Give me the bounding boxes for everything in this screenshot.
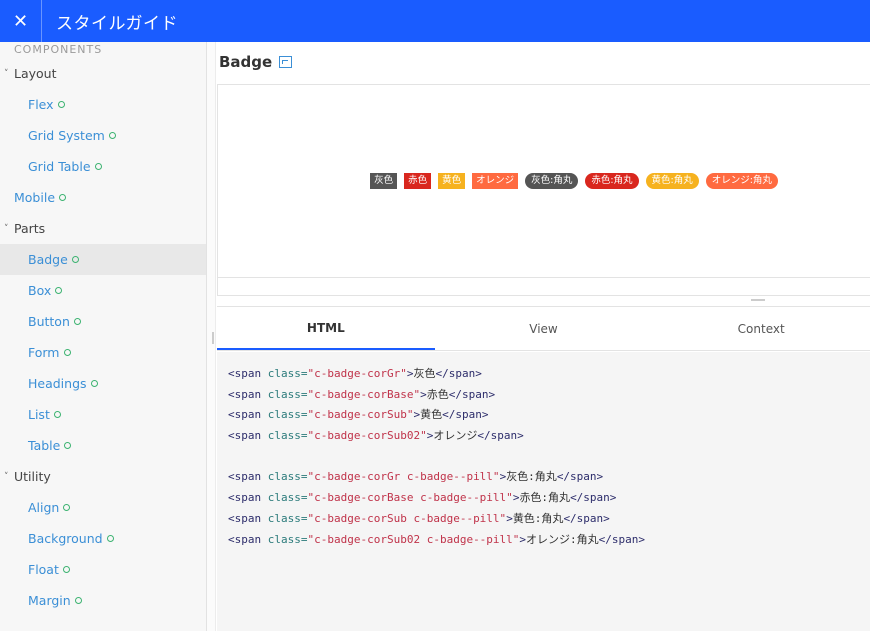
code-tabs: HTML View Context — [217, 306, 870, 351]
status-dot-icon — [90, 380, 98, 387]
sidebar-item-label: Flex — [28, 97, 54, 112]
code-line: <span class="c-badge-corGr c-badge--pill… — [228, 470, 604, 484]
close-icon: ✕ — [12, 10, 29, 32]
sidebar-item-label: Form — [28, 345, 60, 360]
sidebar-item-label: Mobile — [14, 190, 56, 205]
chevron-down-icon: ˅ — [4, 68, 9, 79]
status-dot-icon — [53, 411, 61, 418]
tab-view[interactable]: View — [435, 307, 653, 350]
sidebar-group-layout[interactable]: ˅ Layout — [0, 58, 206, 89]
sidebar-heading: COMPONENTS — [14, 43, 103, 56]
status-dot-icon — [106, 535, 114, 542]
status-dot-icon — [59, 194, 67, 201]
grip-icon — [212, 332, 214, 344]
page-title: Badge — [219, 53, 293, 71]
sidebar-item-list[interactable]: List — [0, 399, 206, 430]
sidebar-item-label: Grid Table — [28, 159, 91, 174]
sidebar-item-label: Headings — [28, 376, 87, 391]
sidebar-item-flex[interactable]: Flex — [0, 89, 206, 120]
badge-sample: 赤色:角丸 — [585, 173, 639, 189]
chevron-down-icon: ˅ — [4, 471, 9, 482]
badge-preview: 灰色 赤色 黄色 オレンジ 灰色:角丸 赤色:角丸 黄色:角丸 オレンジ:角丸 — [217, 84, 870, 278]
code-block: <span class="c-badge-corGr">灰色</span> <sp… — [217, 352, 870, 631]
sidebar-item-label: Grid System — [28, 128, 105, 143]
sidebar-item-background[interactable]: Background — [0, 523, 206, 554]
open-external-icon[interactable] — [279, 56, 293, 68]
sidebar-item-float[interactable]: Float — [0, 554, 206, 585]
badge-sample: オレンジ:角丸 — [705, 173, 778, 189]
status-dot-icon — [73, 318, 81, 325]
sidebar-item-label: List — [28, 407, 50, 422]
page-title-text: Badge — [219, 53, 273, 71]
code-line: <span class="c-badge-corSub02 c-badge--p… — [228, 532, 646, 546]
sidebar-item-badge[interactable]: Badge — [0, 244, 206, 275]
preview-footer — [217, 278, 870, 296]
sidebar-group-utility[interactable]: ˅ Utility — [0, 461, 206, 492]
status-dot-icon — [71, 256, 79, 263]
badge-sample: 赤色 — [404, 173, 432, 189]
sidebar-group-parts[interactable]: ˅ Parts — [0, 213, 206, 244]
sidebar-item-label: Badge — [28, 252, 68, 267]
sidebar-item-label: Utility — [14, 469, 51, 484]
status-dot-icon — [108, 132, 116, 139]
sidebar-item-label: Button — [28, 314, 70, 329]
tab-html[interactable]: HTML — [217, 307, 435, 350]
app-title: スタイルガイド — [56, 13, 178, 34]
badge-sample: 灰色:角丸 — [525, 173, 579, 189]
code-line: <span class="c-badge-corBase">赤色</span> — [228, 387, 496, 401]
status-dot-icon — [94, 163, 102, 170]
badge-sample: 黄色:角丸 — [645, 173, 699, 189]
sidebar-item-mobile[interactable]: Mobile — [0, 182, 206, 213]
sidebar-item-label: Float — [28, 562, 59, 577]
code-line: <span class="c-badge-corGr">灰色</span> — [228, 367, 482, 380]
close-button[interactable]: ✕ — [0, 0, 42, 42]
code-line: <span class="c-badge-corSub">黄色</span> — [228, 408, 489, 422]
sidebar-item-label: Margin — [28, 593, 71, 608]
sidebar-item-margin[interactable]: Margin — [0, 585, 206, 616]
sidebar-item-box[interactable]: Box — [0, 275, 206, 306]
sidebar-item-table[interactable]: Table — [0, 430, 206, 461]
badge-sample: 灰色 — [370, 173, 398, 189]
preview-resize-grip[interactable] — [751, 299, 765, 301]
status-dot-icon — [63, 349, 71, 356]
sidebar-item-align[interactable]: Align — [0, 492, 206, 523]
status-dot-icon — [63, 504, 71, 511]
status-dot-icon — [74, 597, 82, 604]
tab-context[interactable]: Context — [652, 307, 870, 350]
badge-sample: 黄色 — [438, 173, 466, 189]
sidebar-item-label: Background — [28, 531, 103, 546]
sidebar-item-label: Table — [28, 438, 61, 453]
sidebar-item-grid-system[interactable]: Grid System — [0, 120, 206, 151]
code-line: <span class="c-badge-corSub c-badge--pil… — [228, 511, 610, 525]
sidebar-item-headings[interactable]: Headings — [0, 368, 206, 399]
status-dot-icon — [62, 566, 70, 573]
status-dot-icon — [57, 101, 65, 108]
main-panel: Badge 灰色 赤色 黄色 オレンジ 灰色:角丸 赤色:角丸 黄色:角丸 オレンジ:角丸 H… — [216, 42, 870, 631]
sidebar-item-grid-table[interactable]: Grid Table — [0, 151, 206, 182]
code-line: <span class="c-badge-corSub02">オレンジ</spa… — [228, 429, 524, 443]
top-bar: ✕ スタイルガイド — [0, 0, 870, 42]
sidebar-item-label: Align — [28, 500, 60, 515]
sidebar: COMPONENTS ˅ Layout Flex Grid System Grid Ta… — [0, 42, 207, 631]
sidebar-list: ˅ Layout Flex Grid System Grid Table Mobile ˅ P… — [0, 58, 206, 616]
sidebar-item-form[interactable]: Form — [0, 337, 206, 368]
sidebar-item-button[interactable]: Button — [0, 306, 206, 337]
sidebar-item-label: Layout — [14, 66, 57, 81]
chevron-down-icon: ˅ — [4, 223, 9, 234]
sidebar-item-label: Parts — [14, 221, 46, 236]
code-line: <span class="c-badge-corBase c-badge--pi… — [228, 491, 617, 505]
status-dot-icon — [55, 287, 63, 294]
badge-sample: オレンジ — [472, 173, 519, 189]
status-dot-icon — [64, 442, 72, 449]
sidebar-item-label: Box — [28, 283, 52, 298]
